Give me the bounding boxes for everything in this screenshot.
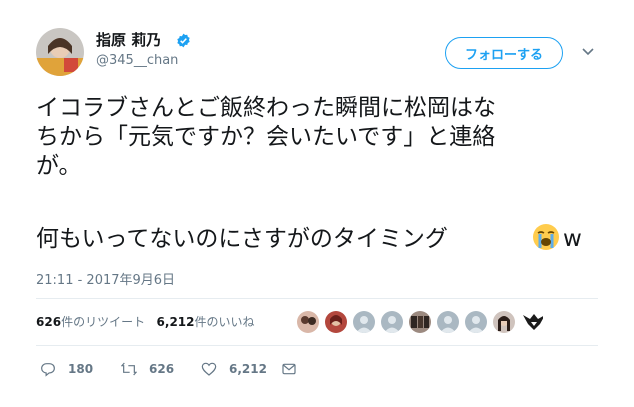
retweets-stat[interactable]: 626件のリツイート [36, 315, 145, 329]
follow-button[interactable]: フォローする [445, 37, 563, 69]
envelope-icon [282, 363, 296, 375]
user-handle[interactable]: @345__chan [96, 52, 178, 70]
chevron-down-icon[interactable] [580, 43, 596, 59]
retweet-action[interactable]: 626 [121, 361, 174, 377]
divider [36, 345, 598, 346]
liker-avatar[interactable] [353, 311, 375, 333]
retweets-label: 件のリツイート [61, 315, 146, 329]
reply-count: 180 [68, 362, 94, 376]
liker-avatar[interactable] [297, 311, 319, 333]
retweets-count: 626 [36, 315, 62, 329]
liker-avatar[interactable] [521, 311, 543, 333]
reply-action[interactable]: 180 [40, 361, 93, 377]
loudly-crying-face-icon [531, 222, 561, 252]
likes-label: 件のいいね [194, 315, 255, 329]
tweet-text-line: イコラブさんとご飯終わった瞬間に松岡はな [36, 95, 496, 121]
liker-avatar[interactable] [381, 311, 403, 333]
verified-badge-icon [176, 33, 191, 48]
liker-avatar[interactable] [325, 311, 347, 333]
avatar[interactable] [36, 28, 84, 76]
tweet-text-line: ちから「元気ですか？会いたいです」と連絡 [36, 124, 496, 150]
message-action[interactable] [281, 361, 309, 377]
tweet-text-line: が。 [36, 153, 82, 179]
engagement-stats: 626件のリツイート 6,212件のいいね [36, 313, 255, 330]
reply-icon [41, 363, 55, 377]
timestamp[interactable]: 21:11 - 2017年9月6日 [36, 269, 175, 288]
display-name[interactable]: 指原 莉乃 [96, 30, 161, 50]
tweet-text-line: 何もいってないのにさすがのタイミング [36, 226, 448, 252]
divider [36, 298, 598, 299]
likes-stat[interactable]: 6,212件のいいね [157, 315, 255, 329]
like-action[interactable]: 6,212 [201, 361, 267, 377]
heart-icon [201, 362, 217, 376]
like-count: 6,212 [229, 362, 267, 376]
liker-avatar[interactable] [409, 311, 431, 333]
retweet-icon [121, 362, 137, 376]
liker-avatar[interactable] [493, 311, 515, 333]
tweet-text-suffix: w [563, 226, 582, 252]
liker-avatar[interactable] [437, 311, 459, 333]
likes-count: 6,212 [156, 315, 195, 329]
retweet-count: 626 [149, 362, 175, 376]
liker-avatar[interactable] [465, 311, 487, 333]
